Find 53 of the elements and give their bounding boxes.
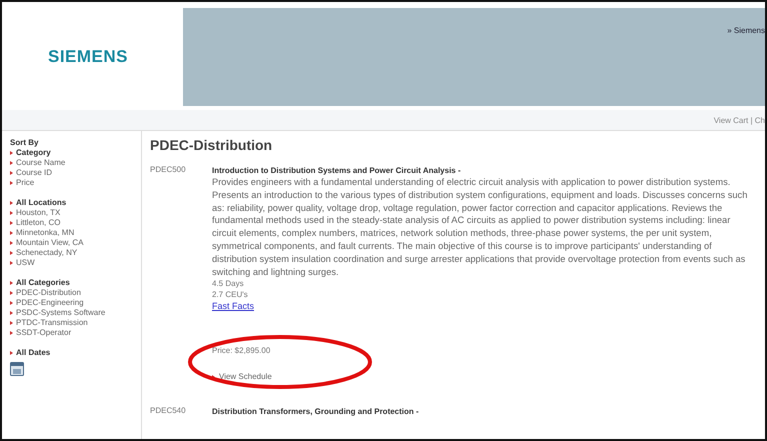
filter-link[interactable]: PTDC-Transmission bbox=[16, 318, 88, 328]
bullet-arrow-icon bbox=[10, 151, 13, 155]
course-id: PDEC540 bbox=[150, 406, 187, 418]
filter-link[interactable]: Course Name bbox=[16, 158, 66, 168]
filter-link[interactable]: Minnetonka, MN bbox=[16, 228, 74, 238]
bullet-arrow-icon bbox=[10, 261, 13, 265]
filter-link[interactable]: Mountain View, CA bbox=[16, 238, 84, 248]
bullet-arrow-icon bbox=[10, 221, 13, 225]
bullet-arrow-icon bbox=[10, 281, 13, 285]
bullet-arrow-icon bbox=[10, 331, 13, 335]
bullet-arrow-icon bbox=[10, 201, 13, 205]
bullet-arrow-icon bbox=[10, 181, 13, 185]
bullet-arrow-icon bbox=[10, 301, 13, 305]
filter-link[interactable]: Category bbox=[16, 148, 51, 158]
siemens-link[interactable]: » Siemens bbox=[727, 26, 765, 35]
view-schedule-link[interactable]: View Schedule bbox=[219, 372, 272, 382]
bullet-arrow-icon bbox=[10, 231, 13, 235]
filter-link[interactable]: PDEC-Distribution bbox=[16, 288, 81, 298]
bullet-arrow-icon bbox=[10, 321, 13, 325]
bullet-arrow-icon bbox=[10, 251, 13, 255]
filter-link[interactable]: Houston, TX bbox=[16, 208, 60, 218]
bullet-arrow-icon bbox=[10, 161, 13, 165]
bullet-arrow-icon bbox=[10, 311, 13, 315]
course-id: PDEC500 bbox=[150, 165, 187, 176]
filter-link[interactable]: All Categories bbox=[16, 278, 70, 288]
siemens-logo[interactable]: SIEMENS bbox=[48, 47, 128, 67]
filter-link[interactable]: PDEC-Engineering bbox=[16, 298, 84, 308]
price-text: Price: $2,895.00 bbox=[212, 346, 270, 356]
filter-link[interactable]: PSDC-Systems Software bbox=[16, 308, 106, 318]
filter-link[interactable]: All Dates bbox=[16, 348, 50, 358]
calendar-icon[interactable] bbox=[10, 362, 24, 376]
bullet-arrow-icon bbox=[10, 211, 13, 215]
course-title: Introduction to Distribution Systems and Power Circuit Analysis - bbox=[212, 165, 462, 176]
duration-text: 4.5 Days bbox=[212, 278, 245, 290]
course-title: Distribution Transformers, Grounding and Protection - bbox=[212, 406, 420, 418]
page-heading: PDEC-Distribution bbox=[150, 137, 274, 153]
view-cart-link[interactable]: View Cart | Ch bbox=[714, 116, 765, 124]
bullet-arrow-icon bbox=[10, 241, 13, 245]
filter-link[interactable]: Course ID bbox=[16, 168, 52, 178]
bullet-arrow-icon bbox=[10, 351, 13, 355]
filter-link[interactable]: Littleton, CO bbox=[16, 218, 60, 228]
bullet-arrow-icon bbox=[10, 291, 13, 295]
fast-facts-link[interactable]: Fast Facts bbox=[212, 300, 254, 312]
ceu-text: 2.7 CEU's bbox=[212, 289, 249, 300]
filter-link[interactable]: SSDT-Operator bbox=[16, 328, 72, 338]
course-description: Provides engineers with a fundamental understanding of electric circuit analysis with application to power distribution systems. Presents an introduction to the various types of distribution system configurations, equipment and loads. Discusses concerns such as: reliability, power quality, voltage drop, voltage regulation, power factor correction and capacitor applications. Reviews the fundamental methods used in the steady-state analysis of AC circuits as applied to power distribution systems including: linear circuit elements, complex numbers, matrices, network solution methods, three-phase power systems, the per unit system, symmetrical components, and fault currents. The main objective of this course is to improve participants' understanding of distribution system insulation coordination and surge arrester applications that provide overvoltage protection from events such as switching and lightning surges. bbox=[212, 176, 748, 278]
bullet-arrow-icon bbox=[10, 171, 13, 175]
filter-link[interactable]: All Locations bbox=[16, 198, 66, 208]
filter-link[interactable]: Price bbox=[16, 178, 34, 188]
sort-by-heading: Sort By bbox=[10, 138, 40, 148]
filter-link[interactable]: USW bbox=[16, 258, 35, 268]
filter-link[interactable]: Schenectady, NY bbox=[16, 248, 78, 258]
bullet-arrow-icon bbox=[212, 374, 215, 379]
